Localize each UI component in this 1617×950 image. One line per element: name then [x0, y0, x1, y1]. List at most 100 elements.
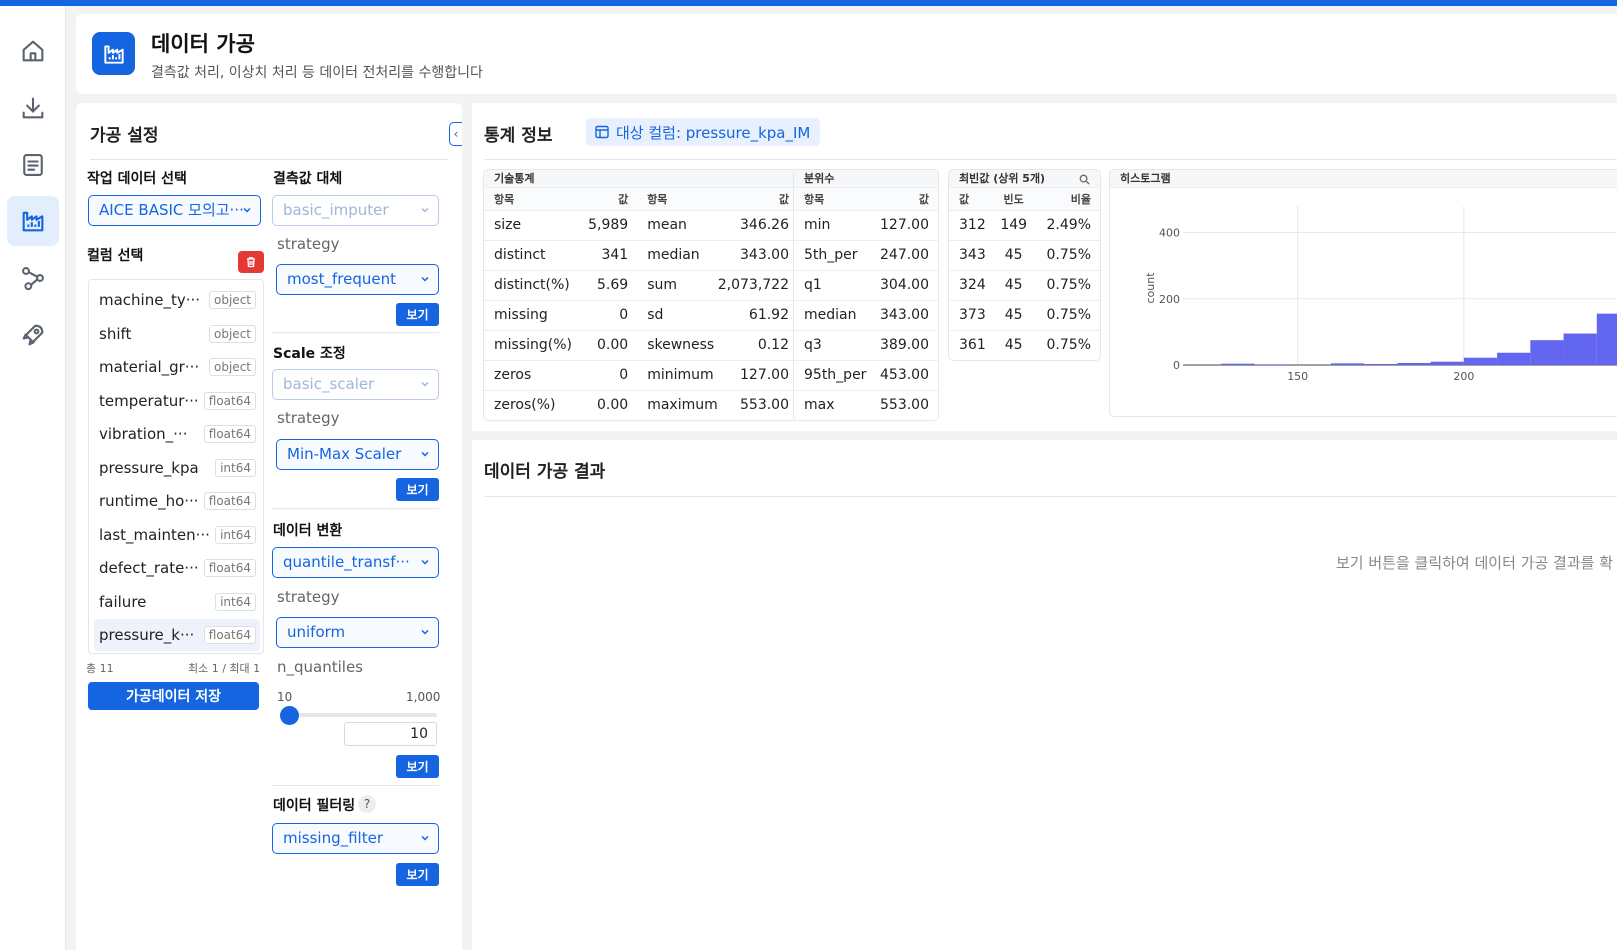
- imputer-view-button[interactable]: 보기: [396, 303, 439, 326]
- column-dtype-badge: object: [209, 324, 256, 343]
- column-dtype-badge: int64: [215, 525, 256, 544]
- histogram-bar: [1330, 363, 1365, 365]
- table-cell: min: [794, 210, 874, 241]
- imputer-method-dropdown[interactable]: basic_imputer: [272, 195, 439, 226]
- help-icon[interactable]: ?: [358, 795, 376, 813]
- column-list-item[interactable]: failure int64: [94, 586, 260, 618]
- divider: [272, 508, 439, 509]
- transform-view-button[interactable]: 보기: [396, 755, 439, 778]
- download-icon: [22, 97, 44, 119]
- column-list-item[interactable]: last_mainten··· int64: [94, 519, 260, 551]
- factory-chart-icon: [103, 44, 124, 64]
- n-quantiles-slider-track[interactable]: [281, 713, 437, 717]
- column-list-item[interactable]: vibration_··· float64: [94, 418, 260, 450]
- column-dtype-badge: float64: [203, 559, 256, 577]
- filter-view-button[interactable]: 보기: [396, 863, 439, 886]
- column-list-item[interactable]: defect_rate··· float64: [94, 552, 260, 584]
- table-row: 324 45 0.75%: [949, 270, 1100, 301]
- delete-column-button[interactable]: [238, 251, 264, 273]
- table-header: 값: [572, 188, 638, 211]
- column-list-item[interactable]: temperatur··· float64: [94, 385, 260, 417]
- column-list-item[interactable]: machine_ty··· object: [94, 284, 260, 316]
- table-icon: [595, 125, 609, 139]
- column-dtype-badge: float64: [203, 626, 256, 644]
- imputer-strategy-label: strategy: [277, 235, 340, 253]
- chevron-down-icon: [421, 559, 429, 565]
- data-select-dropdown[interactable]: AICE BASIC 모의고···: [88, 195, 261, 226]
- nav-download[interactable]: [7, 83, 59, 133]
- column-name: failure: [99, 592, 147, 611]
- n-quantiles-slider-handle[interactable]: [280, 706, 299, 725]
- result-empty-message: 보기 버튼을 클릭하여 데이터 가공 결과를 확: [1336, 554, 1614, 572]
- table-cell: 453.00: [873, 360, 938, 391]
- table-row: median 343.00: [794, 300, 938, 331]
- scale-label: Scale 조정: [273, 346, 346, 362]
- table-cell: 304.00: [873, 270, 938, 301]
- table-cell: 45: [996, 240, 1031, 271]
- scale-view-button[interactable]: 보기: [396, 478, 439, 501]
- chevron-down-icon: [421, 381, 429, 387]
- histogram-bar: [1463, 357, 1498, 365]
- collapse-panel-button[interactable]: ‹: [449, 122, 462, 146]
- imputer-strategy-dropdown[interactable]: most_frequent: [276, 264, 439, 295]
- chevron-down-icon: [421, 835, 429, 841]
- nav-home[interactable]: [7, 26, 59, 76]
- transform-strategy-label: strategy: [277, 588, 340, 606]
- scale-method-dropdown[interactable]: basic_scaler: [272, 369, 439, 400]
- table-cell: 127.00: [873, 210, 938, 241]
- column-list-item[interactable]: shift object: [94, 318, 260, 350]
- table-row: distinct(%) 5.69 sum 2,073,722: [484, 270, 798, 301]
- target-column-text: 대상 컬럼: pressure_kpa_IM: [616, 123, 811, 142]
- histogram-chart: 0200400150200250count: [1144, 206, 1617, 383]
- table-cell: 127.00: [717, 360, 798, 391]
- table-cell: 2.49%: [1030, 210, 1100, 241]
- save-processed-data-button[interactable]: 가공데이터 저장: [88, 682, 259, 710]
- statistics-panel: 통계 정보 대상 컬럼: pressure_kpa_IM 기술통계 항목 값 항…: [472, 103, 1617, 431]
- y-tick-label: 400: [1159, 227, 1180, 240]
- slider-min-label: 10: [277, 690, 293, 704]
- table-cell: 553.00: [880, 397, 929, 414]
- column-list-item[interactable]: runtime_ho··· float64: [94, 485, 260, 517]
- chevron-down-icon: [243, 207, 251, 213]
- scale-strategy-dropdown[interactable]: Min-Max Scaler: [276, 439, 439, 470]
- nav-pipeline[interactable]: [7, 253, 59, 303]
- column-list-item[interactable]: material_gr··· object: [94, 351, 260, 383]
- table-cell: 0.75%: [1030, 300, 1100, 331]
- filter-method-value: missing_filter: [283, 829, 383, 847]
- table-cell: maximum: [647, 397, 718, 414]
- table-row: distinct 341 median 343.00: [484, 240, 798, 271]
- transform-method-dropdown[interactable]: quantile_transf···: [272, 547, 439, 578]
- table-cell: 0.75%: [1046, 337, 1091, 354]
- divider: [90, 159, 448, 160]
- nav-document[interactable]: [7, 140, 59, 190]
- table-cell: 247.00: [873, 240, 938, 271]
- transform-method-value: quantile_transf···: [283, 553, 410, 571]
- mode-title: 최빈값 (상위 5개): [949, 170, 1100, 188]
- column-list-item[interactable]: pressure_kpa int64: [94, 452, 260, 484]
- search-icon[interactable]: [1079, 174, 1090, 185]
- column-list-item[interactable]: pressure_k··· float64: [94, 619, 260, 651]
- n-quantiles-input[interactable]: 10: [344, 722, 437, 746]
- table-cell: minimum: [637, 360, 718, 391]
- transform-strategy-dropdown[interactable]: uniform: [276, 617, 439, 648]
- table-cell: 149: [996, 210, 1031, 241]
- divider: [272, 332, 439, 333]
- table-row: q1 304.00: [794, 270, 938, 301]
- table-cell: 0.12: [717, 330, 798, 361]
- column-name: pressure_k···: [99, 626, 195, 644]
- column-name: machine_ty···: [99, 291, 201, 309]
- histogram-bar: [1254, 364, 1288, 365]
- nav-data-processing[interactable]: [7, 196, 59, 246]
- table-cell: q3: [794, 330, 874, 361]
- target-column-badge: 대상 컬럼: pressure_kpa_IM: [586, 118, 821, 146]
- histogram-bar: [1397, 363, 1431, 365]
- table-row: 5th_per 247.00: [794, 240, 938, 271]
- descriptive-stats-table: 항목 값 항목 값 size 5,989 mean 346.26 distinct 341…: [484, 188, 798, 420]
- filter-method-dropdown[interactable]: missing_filter: [272, 823, 439, 854]
- page-icon: [92, 32, 135, 75]
- histogram-bar: [1364, 364, 1398, 365]
- chevron-down-icon: [421, 276, 429, 282]
- nav-deploy[interactable]: [7, 310, 59, 360]
- chevron-down-icon: [421, 207, 429, 213]
- side-nav: [0, 6, 66, 950]
